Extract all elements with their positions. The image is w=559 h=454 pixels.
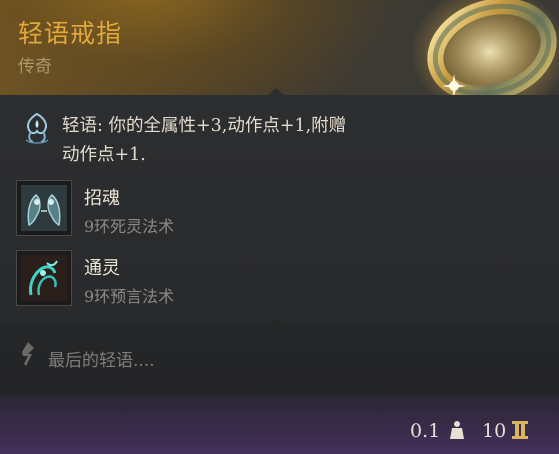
- flavor-text: 最后的轻语....: [48, 351, 155, 371]
- speak-with-dead-icon: [21, 185, 67, 231]
- spell-entry-commune[interactable]: 通灵 9环预言法术: [16, 250, 416, 310]
- item-tooltip: 轻语戒指 传奇 轻语: 你的全属性+3,动作点+1,附赠 动作点+1. 招魂 9…: [0, 0, 559, 454]
- whisper-passive-icon: [25, 112, 49, 144]
- quote-icon: [22, 342, 34, 366]
- commune-icon: [21, 255, 67, 301]
- item-weight: 0.1: [410, 420, 441, 442]
- spell-entry-speak-with-dead[interactable]: 招魂 9环死灵法术: [16, 180, 416, 240]
- item-name: 轻语戒指: [18, 19, 123, 48]
- divider-notch: [268, 88, 284, 95]
- divider-notch: [268, 318, 284, 325]
- spell-level: 9环预言法术: [84, 287, 175, 306]
- passive-description: 轻语: 你的全属性+3,动作点+1,附赠 动作点+1.: [62, 112, 442, 170]
- weight-icon: [450, 421, 464, 439]
- spell-name: 招魂: [84, 188, 120, 209]
- tooltip-footer: [0, 395, 559, 454]
- spell-icon-frame: [16, 180, 72, 236]
- gold-coin-icon: [512, 421, 528, 439]
- spell-name: 通灵: [84, 258, 120, 279]
- item-rarity: 传奇: [18, 57, 52, 77]
- passive-line-2: 动作点+1.: [62, 145, 146, 165]
- passive-line-1: 轻语: 你的全属性+3,动作点+1,附赠: [62, 116, 347, 136]
- item-value: 10: [482, 420, 507, 442]
- spell-level: 9环死灵法术: [84, 217, 175, 236]
- spell-icon-frame: [16, 250, 72, 306]
